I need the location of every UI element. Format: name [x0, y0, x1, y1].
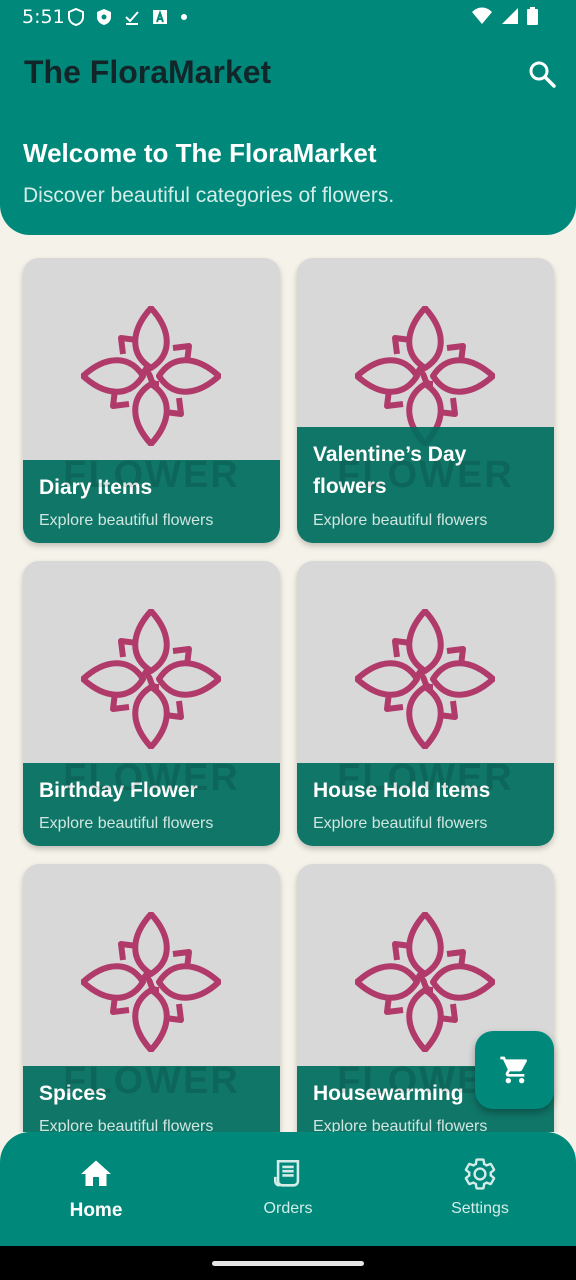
category-grid: FLOWER Diary Items Explore beautiful flo… — [0, 235, 576, 1132]
card-subtitle: Explore beautiful flowers — [39, 512, 214, 529]
category-card-spices[interactable]: FLOWER Spices Explore beautiful flowers — [23, 864, 280, 1132]
logo-watermark: FLOWER — [337, 454, 514, 496]
logo-watermark: FLOWER — [63, 1060, 240, 1102]
nav-label: Home — [69, 1200, 123, 1221]
status-time: 5:51 — [22, 6, 65, 28]
card-subtitle: Explore beautiful flowers — [313, 1118, 488, 1132]
flower-logo-icon — [81, 912, 221, 1052]
home-gesture-pill[interactable] — [212, 1261, 364, 1266]
home-icon — [81, 1160, 111, 1186]
search-icon — [529, 61, 556, 88]
app-title: The FloraMarket — [24, 54, 272, 90]
card-subtitle: Explore beautiful flowers — [313, 815, 488, 832]
card-subtitle: Explore beautiful flowers — [39, 815, 214, 832]
system-navigation-bar — [0, 1246, 576, 1280]
category-card-house-hold-items[interactable]: FLOWER House Hold Items Explore beautifu… — [297, 561, 554, 846]
notification-icons — [68, 8, 188, 26]
flower-logo-icon — [81, 306, 221, 446]
gear-icon — [464, 1158, 496, 1190]
bottom-navigation: Home Orders Settings — [0, 1132, 576, 1246]
logo-watermark: FLOWER — [63, 757, 240, 799]
battery-icon — [527, 7, 538, 25]
shield-icon — [68, 8, 84, 26]
category-card-valentines-day[interactable]: FLOWER Valentine’s Day flowers Explore b… — [297, 258, 554, 543]
cart-button[interactable] — [475, 1031, 554, 1109]
header: The FloraMarket Welcome to The FloraMark… — [0, 34, 576, 235]
app-a-icon — [153, 9, 167, 24]
logo-watermark: FLOWER — [337, 757, 514, 799]
status-bar: 5:51 — [0, 0, 576, 34]
download-done-icon — [125, 11, 139, 25]
dot-icon — [181, 14, 187, 20]
nav-item-orders[interactable]: Orders — [218, 1156, 358, 1218]
shopping-cart-icon — [499, 1056, 527, 1084]
search-button[interactable] — [526, 58, 558, 90]
signal-icon — [502, 8, 518, 24]
category-card-birthday-flower[interactable]: FLOWER Birthday Flower Explore beautiful… — [23, 561, 280, 846]
system-status-icons — [471, 7, 538, 25]
vpn-shield-icon — [97, 9, 111, 25]
logo-watermark: FLOWER — [63, 454, 240, 496]
flower-logo-icon — [355, 306, 495, 446]
receipt-icon — [273, 1159, 300, 1187]
flower-logo-icon — [355, 609, 495, 749]
card-subtitle: Explore beautiful flowers — [313, 512, 488, 529]
nav-label: Orders — [263, 1200, 313, 1217]
welcome-title: Welcome to The FloraMarket — [23, 138, 377, 168]
nav-label: Settings — [451, 1200, 509, 1217]
flower-logo-icon — [81, 609, 221, 749]
flower-logo-icon — [355, 912, 495, 1052]
nav-item-settings[interactable]: Settings — [410, 1156, 550, 1218]
wifi-icon — [472, 7, 492, 24]
category-card-diary-items[interactable]: FLOWER Diary Items Explore beautiful flo… — [23, 258, 280, 543]
welcome-subtitle: Discover beautiful categories of flowers… — [23, 184, 395, 207]
nav-item-home[interactable]: Home — [26, 1156, 166, 1222]
card-subtitle: Explore beautiful flowers — [39, 1118, 214, 1132]
